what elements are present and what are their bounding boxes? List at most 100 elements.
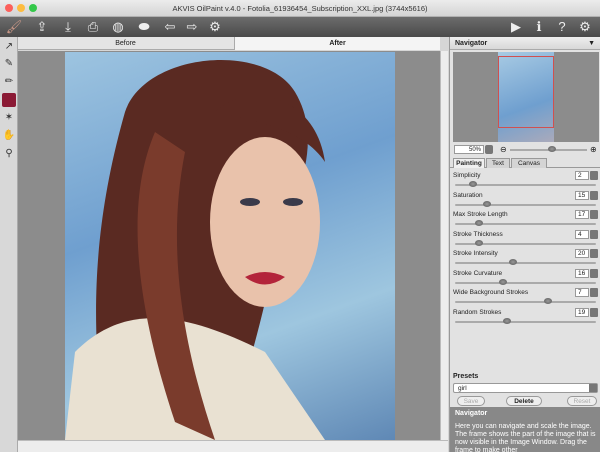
tab-text[interactable]: Text <box>486 158 510 168</box>
navigator-header[interactable]: Navigator ▼ <box>450 37 600 50</box>
presets-dropdown-icon[interactable] <box>589 384 597 392</box>
param-label: Saturation <box>453 191 483 199</box>
param-slider-knob[interactable] <box>474 220 483 226</box>
param-value-field[interactable]: 19 <box>575 307 589 317</box>
horizontal-scrollbar[interactable] <box>18 440 448 452</box>
reset-preset-button[interactable]: Reset <box>567 396 597 406</box>
zoom-window-button[interactable] <box>29 4 37 12</box>
zoom-slider[interactable] <box>510 146 587 152</box>
param-label: Stroke Thickness <box>453 230 503 238</box>
brush-logo-icon[interactable]: 🖌 <box>4 19 24 35</box>
param-stepper[interactable] <box>590 210 598 219</box>
hand-icon[interactable]: ✋ <box>2 129 16 143</box>
save-preset-button[interactable]: Save <box>457 396 485 406</box>
settings-tabs: Painting Text Canvas <box>450 158 600 168</box>
param-slider[interactable] <box>455 259 596 265</box>
param-value-field[interactable]: 15 <box>575 190 589 200</box>
presets-select[interactable]: girl <box>453 383 598 393</box>
magic-brush-icon[interactable]: ✶ <box>2 111 16 125</box>
brush-icon[interactable]: ✎ <box>2 57 16 71</box>
param-slider[interactable] <box>455 278 596 285</box>
zoom-in-icon[interactable]: ⊕ <box>590 145 597 154</box>
param-slider[interactable] <box>455 317 596 324</box>
param-value-field[interactable]: 4 <box>575 229 589 239</box>
vertical-scrollbar[interactable] <box>440 51 448 440</box>
share-icon[interactable]: ◍ <box>110 19 126 35</box>
presets-selected: girl <box>458 385 467 392</box>
save-icon[interactable]: ⤓ <box>60 19 76 35</box>
erase-icon[interactable]: ⬬ <box>136 19 152 35</box>
param-slider-knob[interactable] <box>498 278 507 285</box>
collapse-icon[interactable]: ▼ <box>588 37 595 50</box>
param-label: Wide Background Strokes <box>453 289 529 296</box>
param-slider-knob[interactable] <box>508 259 517 265</box>
param-stroke-curvature: Stroke Curvature 16 <box>453 268 598 288</box>
zoom-out-icon[interactable]: ⊖ <box>500 145 507 154</box>
preferences-icon[interactable]: ⚙ <box>577 19 593 35</box>
tab-painting[interactable]: Painting <box>453 158 485 168</box>
param-label: Simplicity <box>453 172 481 179</box>
presets-title: Presets <box>453 373 479 380</box>
param-slider-knob[interactable] <box>503 317 512 324</box>
help-title: Navigator <box>455 410 488 417</box>
param-slider[interactable] <box>455 200 596 207</box>
open-icon[interactable]: ⇪ <box>34 19 50 35</box>
navigator-frame[interactable] <box>498 56 554 128</box>
color-swatch[interactable] <box>2 93 16 107</box>
param-value-field[interactable]: 7 <box>575 288 589 297</box>
param-value-field[interactable]: 2 <box>575 171 589 180</box>
param-stepper[interactable] <box>590 171 598 180</box>
zoom-icon[interactable]: ⚲ <box>2 147 16 161</box>
navigator-title: Navigator <box>455 40 488 47</box>
param-label: Random Strokes <box>453 308 502 316</box>
forward-icon[interactable]: ⇨ <box>184 19 200 35</box>
param-label: Stroke Intensity <box>453 250 498 257</box>
tab-after[interactable]: After <box>234 37 440 50</box>
close-window-button[interactable] <box>5 4 13 12</box>
tab-before[interactable]: Before <box>18 37 233 50</box>
param-stepper[interactable] <box>590 249 598 258</box>
tools-panel: ↗ ✎ ✏ ✶ ✋ ⚲ <box>0 37 18 452</box>
param-value-field[interactable]: 20 <box>575 249 589 258</box>
param-random-strokes: Random Strokes 19 <box>453 307 598 327</box>
help-text: Here you can navigate and scale the imag… <box>455 423 596 452</box>
delete-preset-button[interactable]: Delete <box>506 396 542 406</box>
param-slider-knob[interactable] <box>474 239 483 246</box>
param-slider-knob[interactable] <box>483 200 492 207</box>
stroke-direction-icon[interactable]: ↗ <box>2 40 16 54</box>
run-icon[interactable]: ▶ <box>508 19 524 35</box>
image-canvas[interactable] <box>18 51 440 440</box>
param-stepper[interactable] <box>590 229 598 239</box>
param-slider[interactable] <box>455 181 596 187</box>
pencil-icon[interactable]: ✏ <box>2 75 16 89</box>
param-max-stroke-length: Max Stroke Length 17 <box>453 210 598 229</box>
help-icon[interactable]: ? <box>554 19 570 35</box>
param-slider-knob[interactable] <box>544 298 553 304</box>
param-slider[interactable] <box>455 239 596 246</box>
zoom-dropdown-button[interactable] <box>485 145 493 154</box>
param-slider[interactable] <box>455 298 596 304</box>
settings-gears-icon[interactable]: ⚙ <box>207 19 223 35</box>
zoom-field[interactable]: 50% <box>454 145 484 154</box>
param-stepper[interactable] <box>590 268 598 278</box>
param-value-field[interactable]: 17 <box>575 210 589 219</box>
param-slider-knob[interactable] <box>469 181 478 187</box>
param-saturation: Saturation 15 <box>453 190 598 210</box>
view-tabs: Before After <box>18 37 440 50</box>
param-stepper[interactable] <box>590 190 598 200</box>
param-slider[interactable] <box>455 220 596 226</box>
zoom-slider-knob[interactable] <box>548 146 557 152</box>
param-wide-background-strokes: Wide Background Strokes 7 <box>453 288 598 307</box>
info-icon[interactable]: ℹ <box>531 19 547 35</box>
minimize-window-button[interactable] <box>17 4 25 12</box>
title-bar: AKVIS OilPaint v.4.0 - Fotolia_61936454_… <box>0 0 600 17</box>
tab-canvas[interactable]: Canvas <box>511 158 547 168</box>
navigator-preview[interactable] <box>453 52 599 142</box>
param-value-field[interactable]: 16 <box>575 268 589 278</box>
back-icon[interactable]: ⇦ <box>162 19 178 35</box>
param-stepper[interactable] <box>590 288 598 297</box>
print-icon[interactable]: ⎙ <box>85 19 101 35</box>
param-stepper[interactable] <box>590 307 598 317</box>
window-title: AKVIS OilPaint v.4.0 - Fotolia_61936454_… <box>172 4 428 13</box>
help-panel: Navigator Here you can navigate and scal… <box>450 407 600 452</box>
